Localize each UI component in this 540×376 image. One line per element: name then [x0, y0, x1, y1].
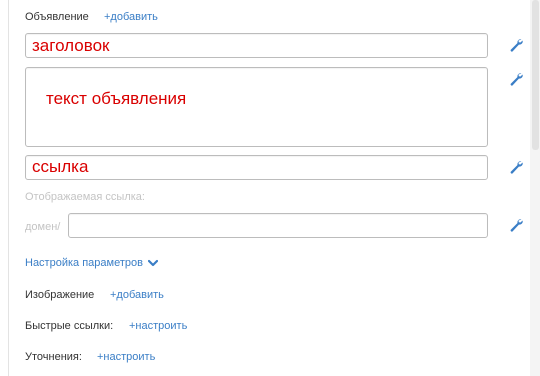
settings-label: Настройка параметров — [25, 257, 143, 269]
wrench-icon[interactable] — [509, 72, 523, 86]
quick-links-configure-link[interactable]: +настроить — [129, 320, 187, 332]
link-field-value: ссылка — [32, 157, 89, 176]
ad-section-label: Объявление — [25, 11, 89, 23]
wrench-icon[interactable] — [509, 218, 523, 232]
settings-toggle[interactable]: Настройка параметров — [25, 257, 159, 269]
refinements-label: Уточнения: — [25, 351, 82, 363]
title-field[interactable]: заголовок — [25, 33, 488, 58]
wrench-icon[interactable] — [509, 38, 523, 52]
ad-text-field[interactable]: текст объявления — [25, 67, 488, 147]
refinements-configure-link[interactable]: +настроить — [97, 351, 155, 363]
display-link-label: Отображаемая ссылка: — [25, 191, 145, 203]
link-field[interactable]: ссылка — [25, 155, 488, 180]
quick-links-label: Быстрые ссылки: — [25, 320, 114, 332]
display-link-prefix: домен/ — [25, 221, 61, 233]
scrollbar-thumb[interactable] — [532, 0, 539, 150]
panel-left-border — [8, 0, 9, 376]
ad-add-link[interactable]: +добавить — [104, 11, 158, 23]
display-link-input[interactable] — [68, 213, 488, 238]
title-field-value: заголовок — [32, 36, 110, 55]
image-add-link[interactable]: +добавить — [110, 289, 164, 301]
wrench-icon[interactable] — [509, 160, 523, 174]
chevron-down-icon — [147, 259, 159, 267]
image-label: Изображение — [25, 289, 95, 301]
ad-text-field-value: текст объявления — [46, 89, 187, 108]
